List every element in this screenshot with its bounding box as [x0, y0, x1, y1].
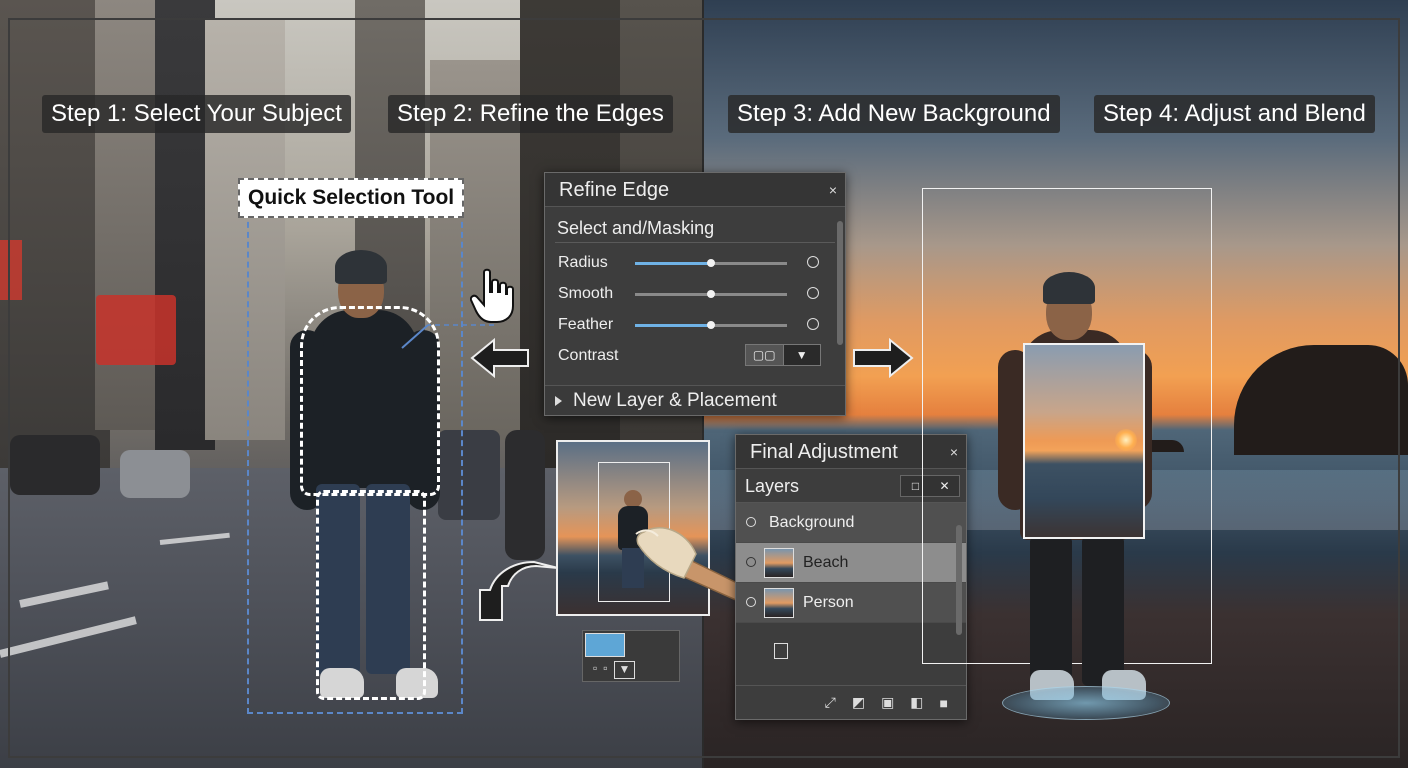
contrast-label: Contrast: [558, 347, 619, 364]
slider-fill: [635, 262, 711, 265]
refine-edge-title-text: Refine Edge: [559, 179, 670, 201]
hand-cursor-icon: [470, 268, 514, 323]
slider-fill: [635, 324, 711, 327]
step-4-label: Step 4: Adjust and Blend: [1094, 95, 1375, 133]
slider-knob[interactable]: [707, 259, 715, 267]
beach-layer-overlay[interactable]: [1023, 343, 1145, 539]
pedestrian: [505, 430, 545, 560]
mini-layer-thumb[interactable]: [585, 633, 625, 657]
scrollbar[interactable]: [837, 221, 843, 345]
radius-label: Radius: [558, 254, 608, 271]
right-leg: [1082, 536, 1124, 686]
smooth-slider[interactable]: [635, 290, 787, 298]
building: [0, 0, 110, 470]
feather-radio-button[interactable]: [807, 318, 819, 330]
slider-knob[interactable]: [707, 321, 715, 329]
beanie: [335, 250, 387, 284]
image-icon[interactable]: ▣: [881, 694, 894, 711]
contrast-row: Contrast ▢▢ ▼: [545, 340, 845, 371]
red-sign: [96, 295, 176, 365]
refine-edge-panel[interactable]: Refine Edge × Select and/Masking Radius …: [544, 172, 846, 416]
mini-button[interactable]: ▫: [593, 661, 597, 679]
smooth-row: Smooth: [545, 278, 845, 309]
radius-row: Radius: [545, 247, 845, 278]
final-adjustment-title-text: Final Adjustment: [750, 441, 898, 463]
slider-knob[interactable]: [707, 290, 715, 298]
ground-shadow-blend: [1002, 686, 1170, 720]
car: [10, 435, 100, 495]
smooth-label: Smooth: [558, 285, 614, 302]
contrast-dropdown-button[interactable]: ▼: [782, 345, 820, 365]
layer-thumbnail: [764, 588, 794, 618]
cliff: [1234, 345, 1408, 455]
red-sign: [0, 240, 22, 300]
step-1-label: Step 1: Select Your Subject: [42, 95, 351, 133]
contrast-toggle[interactable]: ▢▢ ▼: [745, 344, 821, 366]
left-leg: [1030, 536, 1072, 686]
car: [120, 450, 190, 498]
layer-thumbnail: [764, 548, 794, 578]
link-icon[interactable]: ⤢: [825, 694, 836, 711]
contrast-option-button[interactable]: ▢▢: [746, 345, 783, 365]
new-layer-placement-section[interactable]: New Layer & Placement: [545, 385, 845, 415]
page-icon[interactable]: [774, 643, 788, 659]
mini-toolbar-buttons: ▫ ▫ ▼: [593, 661, 673, 679]
adjust-icon[interactable]: ◩: [852, 694, 865, 711]
radius-slider[interactable]: [635, 259, 787, 267]
select-and-masking-header: Select and/Masking: [555, 213, 835, 243]
quick-selection-tool-label[interactable]: Quick Selection Tool: [238, 178, 465, 218]
feather-label: Feather: [558, 316, 614, 333]
overlay-sun: [1115, 429, 1137, 451]
new-layer-icon[interactable]: ■: [940, 695, 948, 711]
mini-layer-toolbar[interactable]: ▫ ▫ ▼: [582, 630, 680, 682]
selection-marching-ants-legs: [316, 490, 426, 700]
step-2-label: Step 2: Refine the Edges: [388, 95, 673, 133]
feather-slider[interactable]: [635, 321, 787, 329]
refine-edge-title[interactable]: Refine Edge ×: [545, 173, 845, 207]
close-icon[interactable]: ×: [829, 173, 837, 207]
visibility-toggle-icon[interactable]: [746, 517, 756, 527]
feather-row: Feather: [545, 309, 845, 340]
arrow-left-icon: [470, 338, 529, 378]
mask-icon[interactable]: ◧: [910, 694, 923, 711]
arrow-right-icon: [853, 338, 914, 378]
layers-title: Layers: [745, 476, 800, 496]
step-3-label: Step 3: Add New Background: [728, 95, 1060, 133]
layer-name: Background: [769, 514, 855, 531]
curved-arrow-icon: [479, 560, 559, 621]
new-layer-placement-label: New Layer & Placement: [573, 390, 777, 411]
radius-radio-button[interactable]: [807, 256, 819, 268]
mini-dropdown-button[interactable]: ▼: [613, 661, 636, 679]
mini-button[interactable]: ▫: [603, 661, 607, 679]
visibility-toggle-icon[interactable]: [746, 557, 756, 567]
layers-footer-toolbar: ⤢ ◩ ▣ ◧ ■: [736, 685, 966, 719]
smooth-radio-button[interactable]: [807, 287, 819, 299]
expand-triangle-icon: [555, 395, 562, 406]
beanie: [1043, 272, 1095, 304]
visibility-toggle-icon[interactable]: [746, 597, 756, 607]
